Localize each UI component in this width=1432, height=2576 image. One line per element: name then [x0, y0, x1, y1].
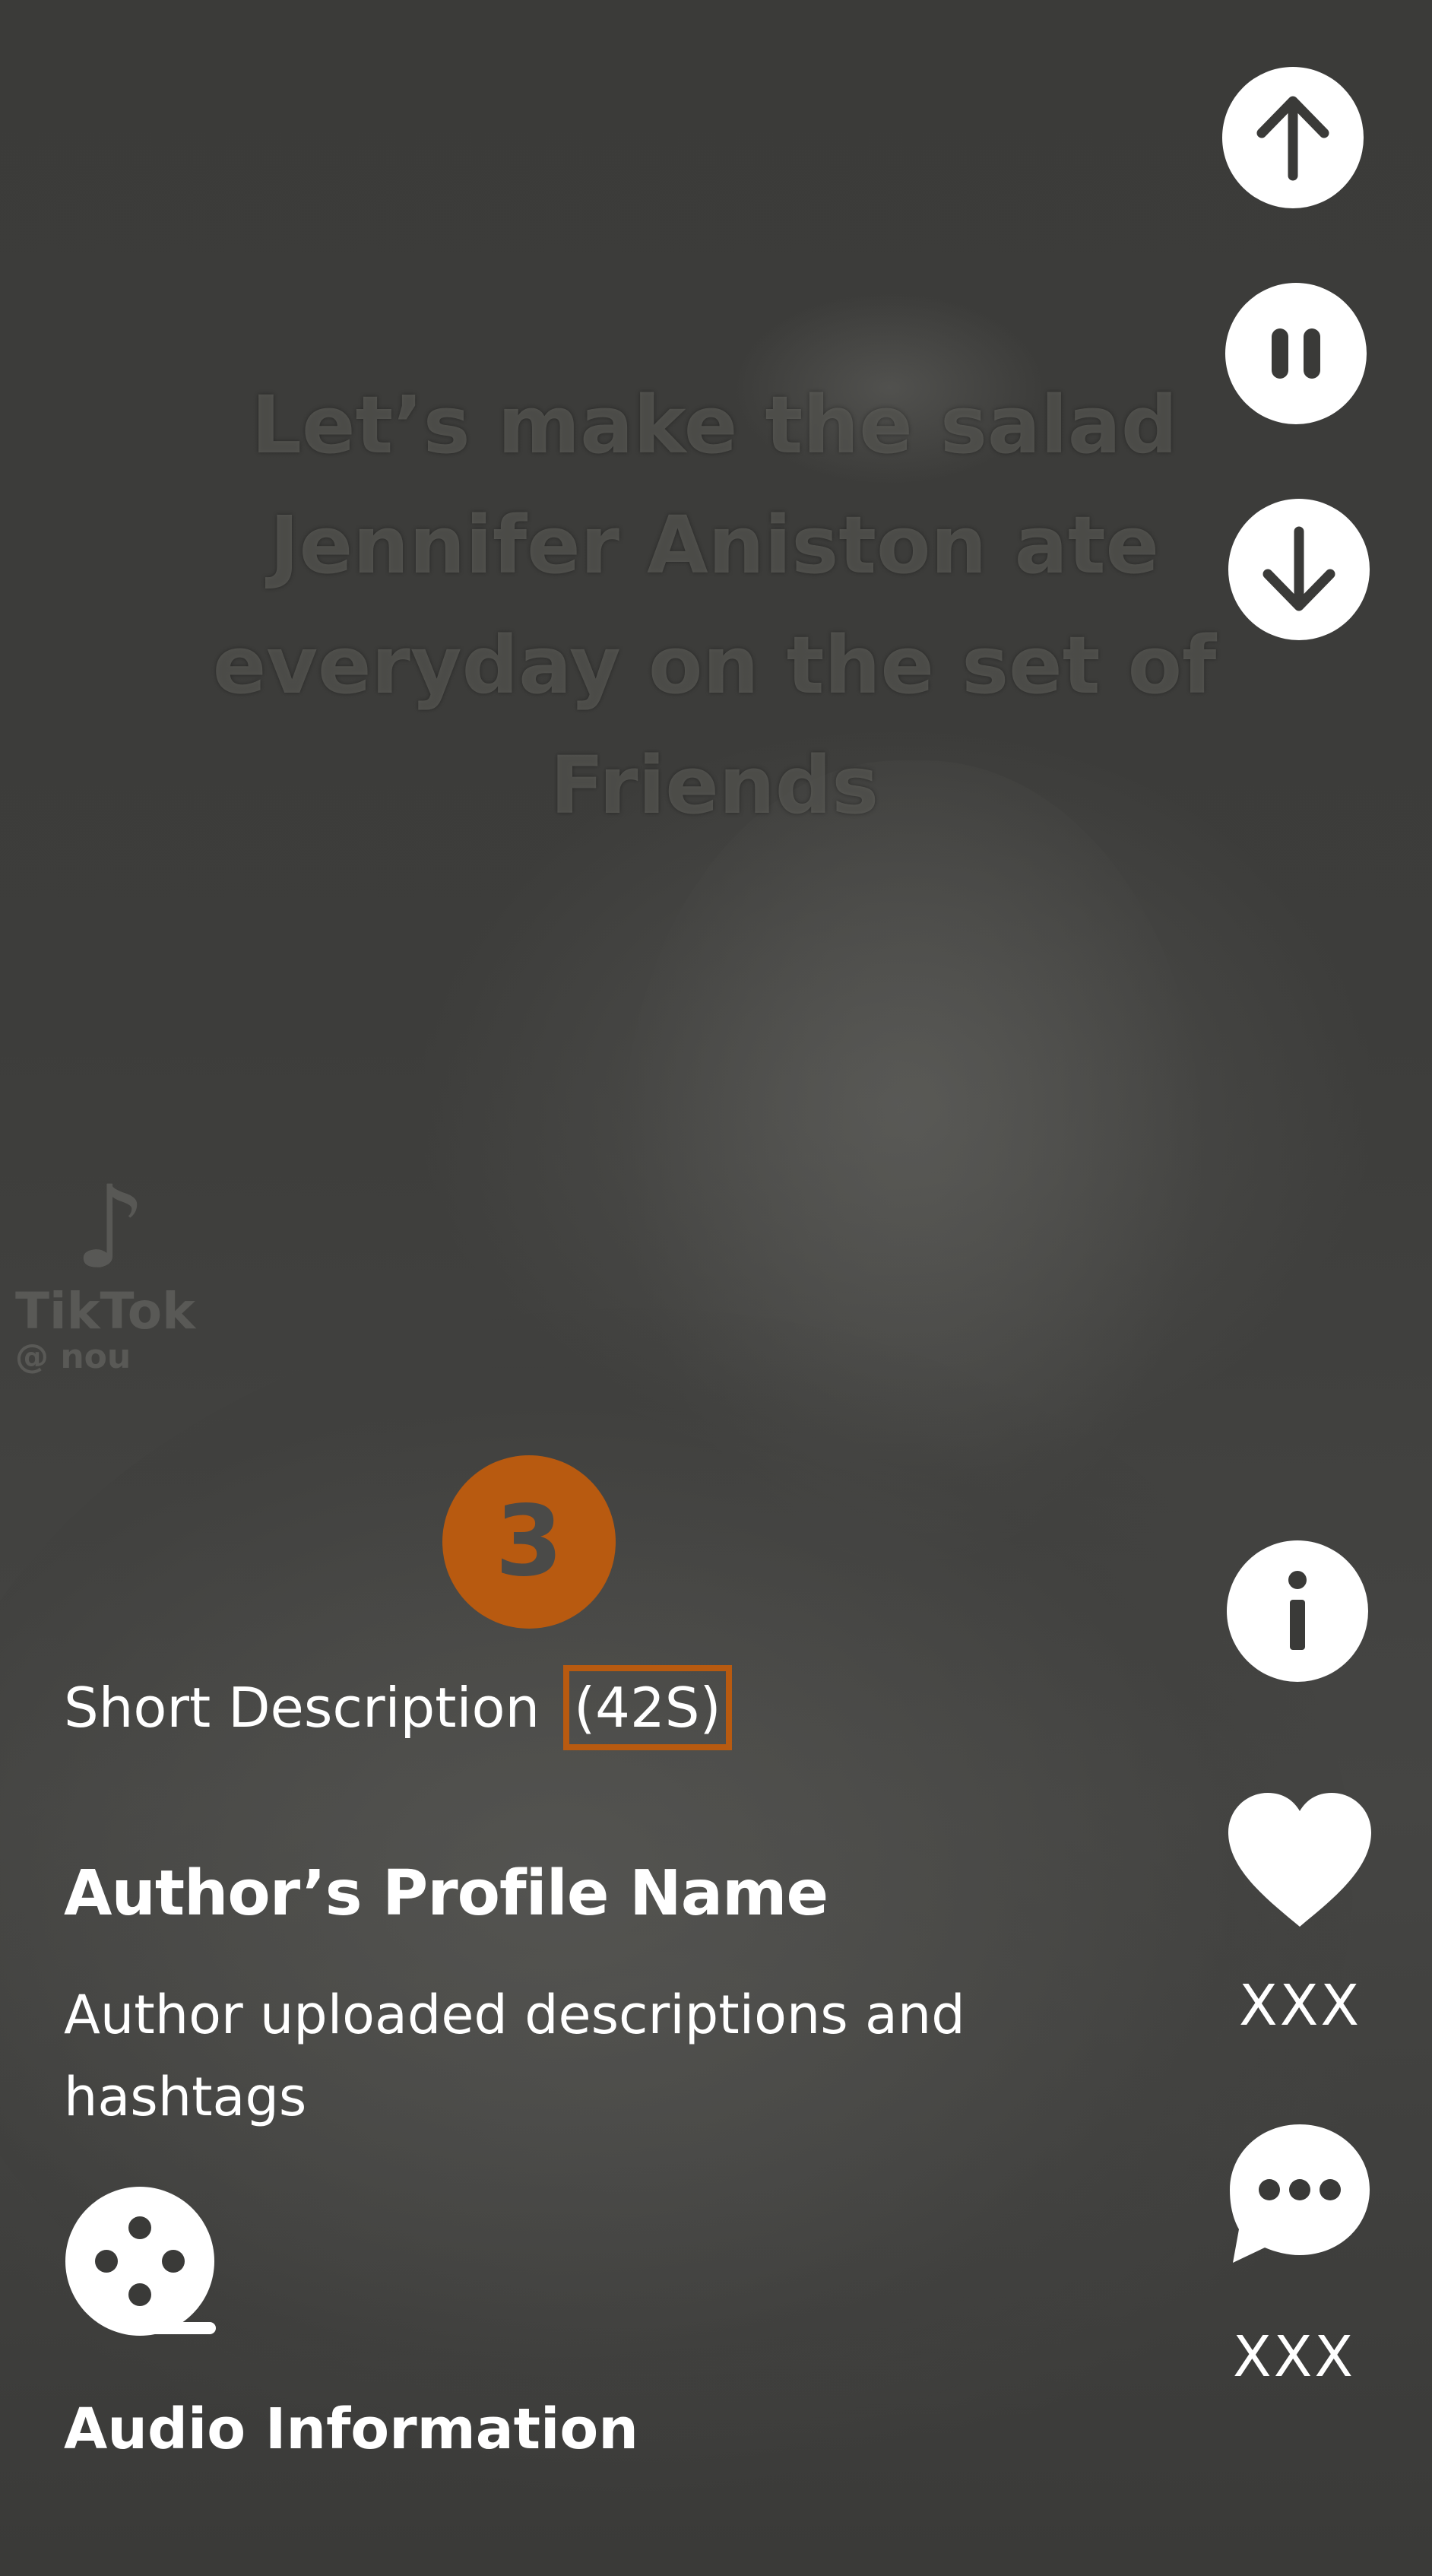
tiktok-logo-icon: ♪: [74, 1162, 147, 1294]
arrow-up-icon: [1256, 96, 1329, 181]
author-profile-name[interactable]: Author’s Profile Name: [64, 1852, 828, 1936]
video-feed-screen: Let’s make the salad Jennifer Aniston at…: [0, 0, 1432, 2576]
film-reel-icon[interactable]: [64, 2185, 217, 2339]
short-description-label: Short Description: [64, 1676, 540, 1740]
arrow-down-icon: [1263, 526, 1335, 611]
previous-video-button[interactable]: [1222, 67, 1364, 208]
info-icon: [1288, 1571, 1307, 1650]
like-count: XXX: [1239, 1973, 1362, 2038]
author-description: Author uploaded descriptions and hashtag…: [64, 1984, 965, 2128]
info-button[interactable]: [1227, 1540, 1368, 1682]
comment-bubble-icon[interactable]: [1227, 2121, 1373, 2264]
watermark-brand: TikTok: [15, 1282, 196, 1340]
pause-icon: [1272, 328, 1320, 379]
comment-count: XXX: [1233, 2324, 1356, 2390]
audio-information[interactable]: Audio Information: [64, 2387, 638, 2471]
tiktok-watermark: ♪ TikTok @ nou: [15, 1171, 195, 1376]
short-description: Short Description (42S): [64, 1665, 732, 1750]
step-number-badge: 3: [442, 1455, 616, 1629]
video-caption: Let’s make the salad Jennifer Aniston at…: [212, 379, 1217, 832]
like-heart-icon[interactable]: [1225, 1791, 1374, 1928]
watermark-handle: @ nou: [15, 1337, 131, 1376]
pause-button[interactable]: [1225, 283, 1367, 424]
next-video-button[interactable]: [1228, 499, 1370, 640]
duration-highlight: (42S): [563, 1665, 732, 1750]
background-person: [623, 760, 1201, 1559]
